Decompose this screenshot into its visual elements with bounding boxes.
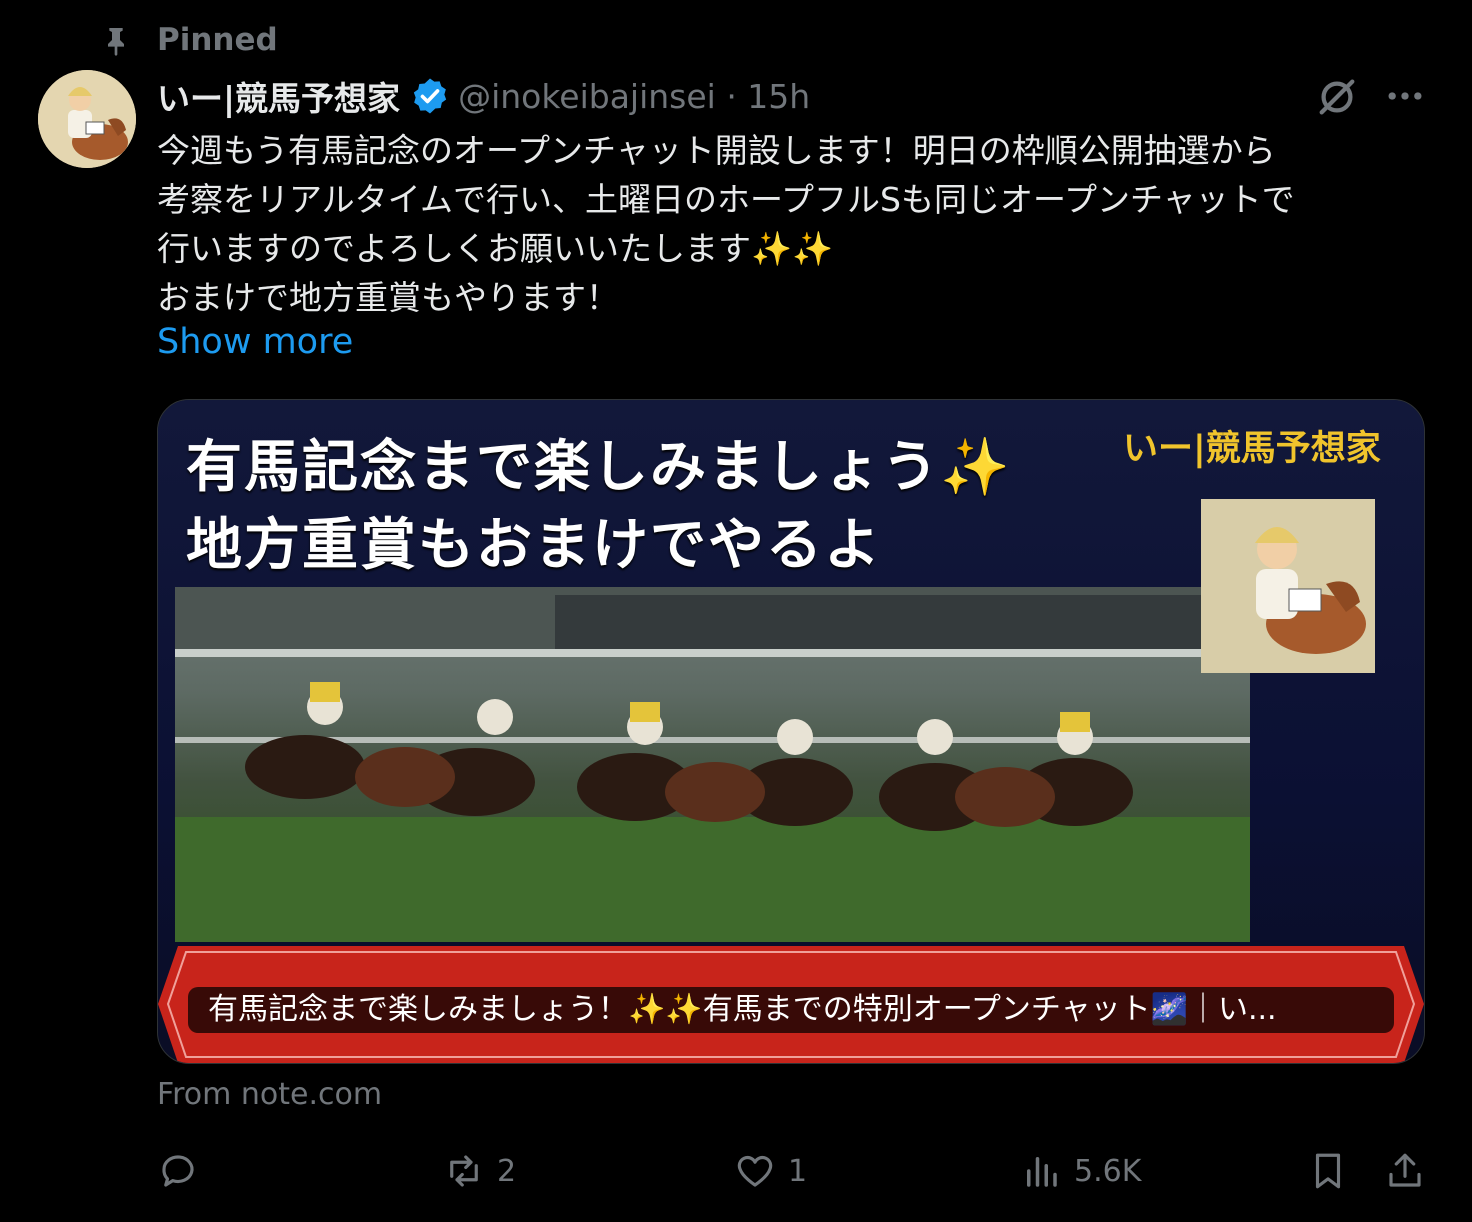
pinned-label: Pinned — [157, 22, 278, 58]
retweet-count: 2 — [497, 1153, 517, 1189]
bookmark-button[interactable] — [1307, 1145, 1349, 1197]
card-caption: 有馬記念まで楽しみましょう！✨✨有馬までの特別オープンチャット🌌｜い... — [188, 987, 1394, 1033]
reply-icon — [162, 1155, 194, 1187]
tweet-header: いー|競馬予想家 @inokeibajinsei · 15h — [157, 72, 810, 120]
more-icon[interactable] — [1383, 80, 1427, 112]
tweet-line: おまけで地方重賞もやります！ — [157, 278, 619, 317]
author-name[interactable]: いー|競馬予想家 — [157, 72, 400, 120]
share-button[interactable] — [1384, 1145, 1426, 1197]
grok-icon[interactable] — [1314, 74, 1360, 120]
bookmark-icon — [1315, 1153, 1341, 1189]
like-count: 1 — [788, 1153, 808, 1189]
retweet-icon — [450, 1155, 478, 1187]
show-more-link[interactable]: Show more — [157, 322, 353, 362]
tweet-line: 行いますのでよろしくお願いいたします✨✨ — [157, 229, 834, 268]
tweet-line: 今週もう有馬記念のオープンチャット開設します！明日の枠順公開抽選から — [157, 131, 1276, 170]
verified-badge-icon — [413, 78, 447, 114]
card-race-photo — [175, 587, 1250, 942]
card-title-line2: 地方重賞もおまけでやるよ — [186, 513, 882, 578]
like-button[interactable]: 1 — [734, 1145, 807, 1197]
tweet-text: 今週もう有馬記念のオープンチャット開設します！明日の枠順公開抽選から 考察をリア… — [157, 126, 1437, 322]
retweet-button[interactable]: 2 — [443, 1145, 516, 1197]
like-icon — [737, 1155, 773, 1187]
pinned-indicator: Pinned — [100, 20, 278, 60]
card-title-line1: 有馬記念まで楽しみましょう✨ — [186, 435, 1012, 500]
card-brand: いー|競馬予想家 — [1123, 429, 1381, 469]
views-count: 5.6K — [1074, 1153, 1142, 1189]
views-button[interactable]: 5.6K — [1020, 1145, 1141, 1197]
views-icon — [1027, 1157, 1057, 1187]
card-avatar-image — [1201, 499, 1375, 673]
pin-icon — [108, 28, 124, 56]
reply-button[interactable] — [157, 1145, 211, 1197]
link-card[interactable]: 有馬記念まで楽しみましょう✨ 地方重賞もおまけでやるよ いー|競馬予想家 有馬記… — [157, 399, 1425, 1064]
tweet-line: 考察をリアルタイムで行い、土曜日のホープフルSも同じオープンチャットで — [157, 180, 1295, 219]
avatar[interactable] — [38, 70, 136, 168]
card-source[interactable]: From note.com — [157, 1077, 382, 1112]
share-icon — [1389, 1153, 1421, 1187]
author-handle-time[interactable]: @inokeibajinsei · 15h — [458, 77, 810, 116]
